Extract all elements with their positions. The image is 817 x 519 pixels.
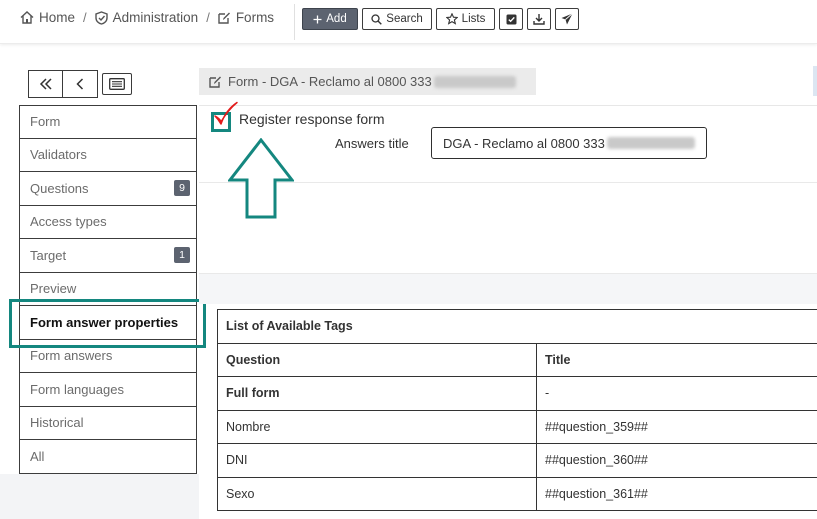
sidebar-item-label: Target <box>30 247 67 263</box>
send-button[interactable] <box>555 8 579 30</box>
answers-title-input[interactable]: DGA - Reclamo al 0800 333 <box>431 127 707 159</box>
list-icon <box>109 78 125 90</box>
edit-icon <box>218 12 230 24</box>
table-caption: List of Available Tags <box>217 309 817 344</box>
breadcrumb-forms-label: Forms <box>235 10 275 25</box>
sidebar-item-label: Questions <box>30 180 89 196</box>
column-header-question: Question <box>217 342 537 377</box>
shield-icon <box>94 10 108 25</box>
breadcrumb-administration-label: Administration <box>112 10 199 25</box>
sidebar-item-access-types[interactable]: Access types <box>19 205 197 239</box>
register-response-checkbox[interactable] <box>211 112 231 132</box>
breadcrumb-forms[interactable]: Forms <box>218 10 274 25</box>
home-icon <box>20 11 34 24</box>
table-cell-question: DNI <box>217 443 537 478</box>
form-title: Form - DGA - Reclamo al 0800 333 <box>228 74 432 89</box>
questions-count-badge: 9 <box>174 180 190 196</box>
edit-icon <box>209 76 221 88</box>
answers-title-label: Answers title <box>335 136 409 151</box>
search-button[interactable]: Search <box>362 8 432 30</box>
table-cell-title: ##question_361## <box>536 476 817 511</box>
download-button[interactable] <box>527 8 551 30</box>
section-gap <box>199 274 817 304</box>
add-button[interactable]: Add <box>302 8 358 30</box>
right-edge-accent <box>813 66 817 96</box>
sidebar-item-label: Access types <box>30 214 107 230</box>
header-divider <box>294 4 295 40</box>
sidebar-item-label: Form answer properties <box>30 314 179 330</box>
table-cell-title: ##question_359## <box>536 409 817 444</box>
chevron-left-icon <box>76 78 84 90</box>
table-row: Sexo ##question_361## <box>217 476 817 511</box>
sidebar-item-label: Form <box>30 114 61 130</box>
table-cell-question: Nombre <box>217 409 537 444</box>
sidebar-item-form-answer-properties[interactable]: Form answer properties <box>19 306 197 340</box>
sidebar-item-form-answers[interactable]: Form answers <box>19 339 197 373</box>
list-view-button[interactable] <box>102 73 132 95</box>
sidebar-item-label: All <box>30 448 45 464</box>
plus-icon <box>313 15 322 23</box>
breadcrumb-separator: / <box>206 10 210 25</box>
sidebar-item-all[interactable]: All <box>19 440 197 474</box>
send-icon <box>561 13 573 25</box>
back-button[interactable] <box>63 70 98 98</box>
check-square-button[interactable] <box>499 8 523 30</box>
table-row: DNI ##question_360## <box>217 443 817 478</box>
target-count-badge: 1 <box>174 247 190 263</box>
register-response-label: Register response form <box>239 111 385 127</box>
available-tags-table: List of Available Tags Question Title Fu… <box>217 309 817 511</box>
lists-button-label: Lists <box>461 13 486 25</box>
star-icon <box>445 13 458 25</box>
table-header-row: Question Title <box>217 342 817 377</box>
sidebar-item-target[interactable]: Target 1 <box>19 239 197 273</box>
redacted-text <box>433 75 516 88</box>
sidebar-item-form[interactable]: Form <box>19 105 197 139</box>
table-row: Full form - <box>217 376 817 411</box>
sidebar-item-validators[interactable]: Validators <box>19 138 197 172</box>
breadcrumb-administration[interactable]: Administration <box>94 10 199 25</box>
sidebar-item-label: Preview <box>30 281 77 297</box>
redacted-text <box>606 137 695 149</box>
column-header-title: Title <box>536 342 817 377</box>
collapse-all-button[interactable] <box>28 70 63 98</box>
panel-divider <box>199 182 817 183</box>
breadcrumb-home-label: Home <box>39 10 76 25</box>
search-button-label: Search <box>386 13 423 25</box>
sidebar-item-label: Form languages <box>30 381 124 397</box>
sidebar-item-preview[interactable]: Preview <box>19 272 197 306</box>
add-button-label: Add <box>326 13 347 25</box>
sidebar-item-form-languages[interactable]: Form languages <box>19 373 197 407</box>
sidebar-item-label: Form answers <box>30 348 113 364</box>
top-header: Home / Administration / Forms Add Search… <box>0 0 817 44</box>
table-row: Nombre ##question_359## <box>217 409 817 444</box>
double-chevron-left-icon <box>39 78 52 90</box>
breadcrumb-home[interactable]: Home <box>20 10 75 25</box>
table-cell-question: Sexo <box>217 476 537 511</box>
sidebar-menu: Form Validators Questions 9 Access types… <box>19 105 197 474</box>
lists-button[interactable]: Lists <box>436 8 495 30</box>
table-cell-title: - <box>536 376 817 411</box>
sidebar-item-questions[interactable]: Questions 9 <box>19 172 197 206</box>
sidebar-footer-background <box>0 474 199 519</box>
table-cell-question: Full form <box>217 376 537 411</box>
answers-title-value: DGA - Reclamo al 0800 333 <box>443 135 605 151</box>
table-cell-title: ##question_360## <box>536 443 817 478</box>
sidebar-item-label: Historical <box>30 415 84 431</box>
breadcrumb: Home / Administration / Forms <box>20 10 274 25</box>
sidebar-item-label: Validators <box>30 147 87 163</box>
search-icon <box>371 13 383 25</box>
download-icon <box>533 14 545 25</box>
check-square-icon <box>506 14 516 24</box>
toolbar: Add Search Lists <box>302 8 583 30</box>
sidebar-item-historical[interactable]: Historical <box>19 406 197 440</box>
table-caption-row: List of Available Tags <box>217 309 817 344</box>
form-title-bar: Form - DGA - Reclamo al 0800 333 <box>199 68 536 95</box>
breadcrumb-separator: / <box>83 10 87 25</box>
sidebar-controls <box>28 70 132 98</box>
